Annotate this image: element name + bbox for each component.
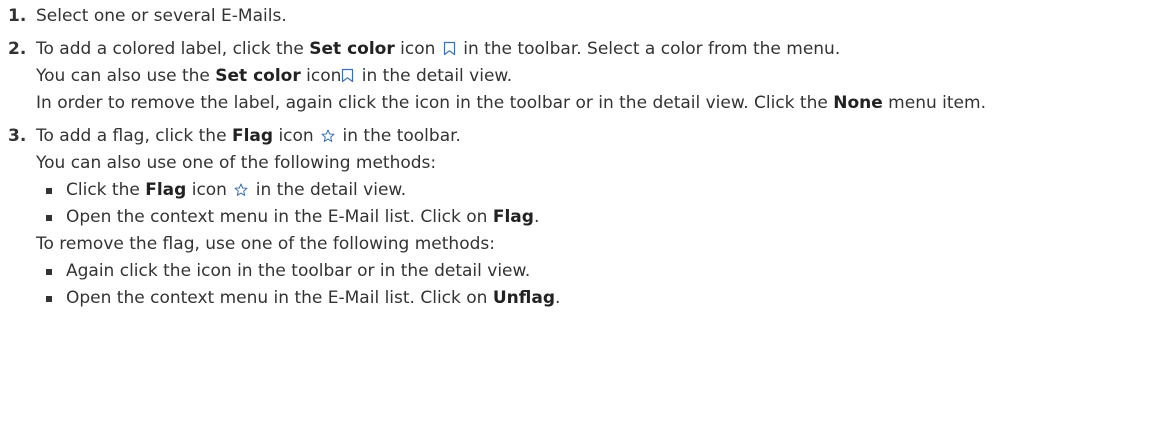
step-number: 3.: [8, 126, 27, 146]
step-text: To add a flag, click the Flag icon in th…: [36, 126, 461, 146]
star-icon: [321, 129, 335, 143]
step-text: To add a colored label, click the Set co…: [36, 39, 841, 59]
bookmark-icon: [341, 68, 354, 83]
step-3: 3. To add a flag, click the Flag icon in…: [0, 123, 1155, 312]
step-number: 1.: [8, 6, 27, 26]
list-item: Open the context menu in the E-Mail list…: [36, 285, 1155, 312]
list-item: Again click the icon in the toolbar or i…: [36, 258, 1155, 285]
star-icon: [234, 183, 248, 197]
step-text: In order to remove the label, again clic…: [36, 93, 986, 113]
bookmark-icon: [443, 41, 456, 56]
instruction-list: 1. Select one or several E-Mails. 2. To …: [0, 0, 1155, 312]
list-item: Open the context menu in the E-Mail list…: [36, 204, 1155, 231]
step-2: 2. To add a colored label, click the Set…: [0, 36, 1155, 117]
list-item: Click the Flag icon in the detail view.: [36, 177, 1155, 204]
step-text: To remove the flag, use one of the follo…: [36, 234, 495, 254]
step-text: You can also use the Set color icon in t…: [36, 66, 513, 86]
step-text: You can also use one of the following me…: [36, 153, 437, 173]
step-1: 1. Select one or several E-Mails.: [0, 3, 1155, 30]
step-text: Select one or several E-Mails.: [36, 6, 287, 26]
step-number: 2.: [8, 39, 27, 59]
